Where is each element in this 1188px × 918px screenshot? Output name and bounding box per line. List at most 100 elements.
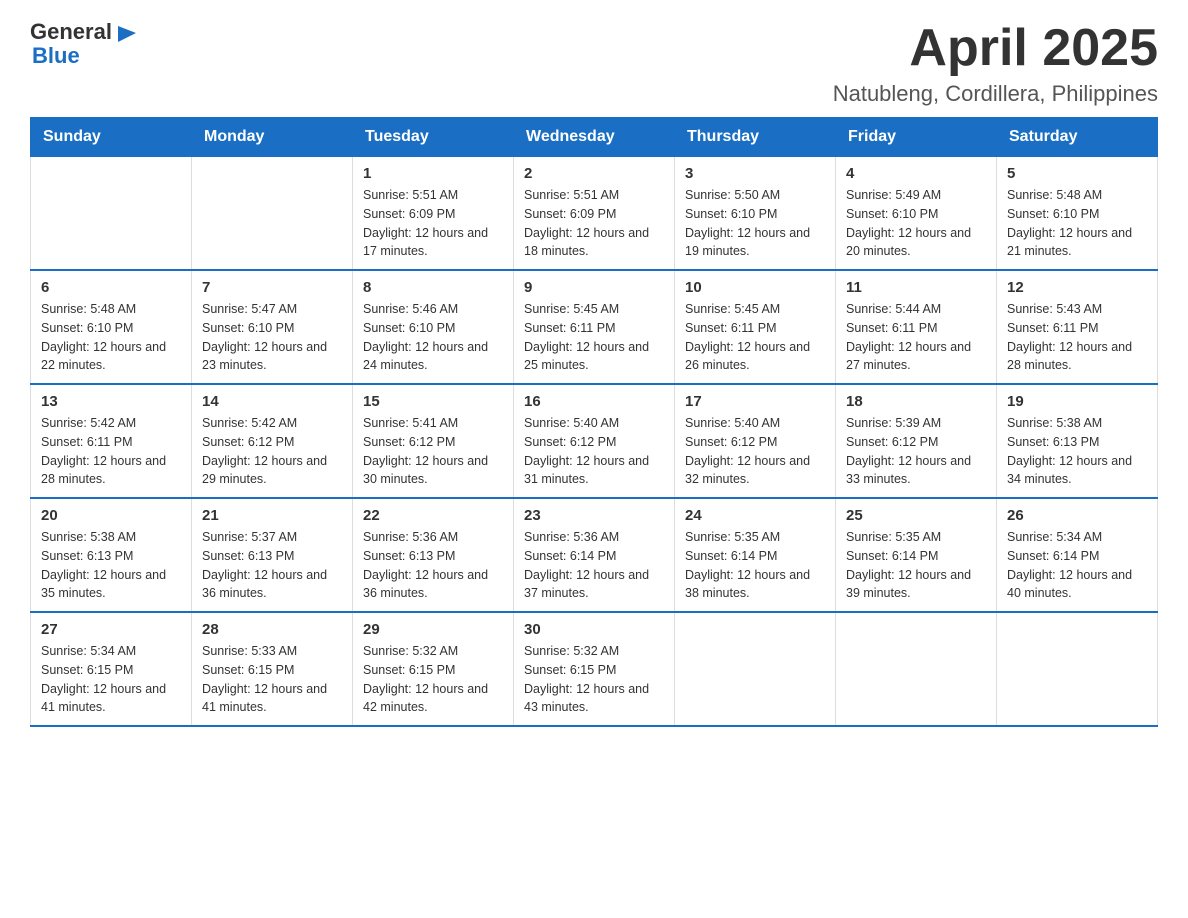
calendar-body: 1 Sunrise: 5:51 AMSunset: 6:09 PMDaylight… (31, 157, 1158, 727)
day-info: Sunrise: 5:36 AMSunset: 6:13 PMDaylight:… (363, 528, 503, 603)
calendar-cell: 19 Sunrise: 5:38 AMSunset: 6:13 PMDayligh… (997, 384, 1158, 498)
day-info: Sunrise: 5:48 AMSunset: 6:10 PMDaylight:… (1007, 186, 1147, 261)
calendar-cell: 12Sunrise: 5:43 AMSunset: 6:11 PMDayligh… (997, 270, 1158, 384)
day-info: Sunrise: 5:44 AMSunset: 6:11 PMDaylight:… (846, 300, 986, 375)
calendar-cell: 16Sunrise: 5:40 AMSunset: 6:12 PMDayligh… (514, 384, 675, 498)
day-info: Sunrise: 5:48 AMSunset: 6:10 PMDaylight:… (41, 300, 181, 375)
calendar-weekday-header: Sunday (31, 118, 192, 157)
day-number: 28 (202, 621, 342, 638)
day-number: 7 (202, 279, 342, 296)
logo-text-general: General (30, 20, 112, 44)
calendar-cell: 11 Sunrise: 5:44 AMSunset: 6:11 PMDayligh… (836, 270, 997, 384)
calendar-cell (31, 157, 192, 271)
day-info: Sunrise: 5:40 AMSunset: 6:12 PMDaylight:… (524, 414, 664, 489)
day-number: 13 (41, 393, 181, 410)
day-info: Sunrise: 5:45 AMSunset: 6:11 PMDaylight:… (524, 300, 664, 375)
calendar-cell: 1 Sunrise: 5:51 AMSunset: 6:09 PMDaylight… (353, 157, 514, 271)
day-info: Sunrise: 5:38 AMSunset: 6:13 PMDaylight:… (1007, 414, 1147, 489)
day-number: 6 (41, 279, 181, 296)
calendar-cell: 22Sunrise: 5:36 AMSunset: 6:13 PMDayligh… (353, 498, 514, 612)
day-number: 11 (846, 279, 986, 296)
day-info: Sunrise: 5:51 AMSunset: 6:09 PMDaylight:… (524, 186, 664, 261)
calendar-cell: 28 Sunrise: 5:33 AMSunset: 6:15 PMDayligh… (192, 612, 353, 726)
day-info: Sunrise: 5:34 AMSunset: 6:14 PMDaylight:… (1007, 528, 1147, 603)
day-info: Sunrise: 5:38 AMSunset: 6:13 PMDaylight:… (41, 528, 181, 603)
week-row: 6 Sunrise: 5:48 AMSunset: 6:10 PMDaylight… (31, 270, 1158, 384)
week-row: 1 Sunrise: 5:51 AMSunset: 6:09 PMDaylight… (31, 157, 1158, 271)
day-info: Sunrise: 5:34 AMSunset: 6:15 PMDaylight:… (41, 642, 181, 717)
calendar-cell: 13 Sunrise: 5:42 AMSunset: 6:11 PMDayligh… (31, 384, 192, 498)
day-number: 2 (524, 165, 664, 182)
calendar-cell: 4 Sunrise: 5:49 AMSunset: 6:10 PMDaylight… (836, 157, 997, 271)
day-number: 15 (363, 393, 503, 410)
calendar-cell: 10 Sunrise: 5:45 AMSunset: 6:11 PMDayligh… (675, 270, 836, 384)
month-title: April 2025 (833, 20, 1158, 77)
calendar-cell: 8 Sunrise: 5:46 AMSunset: 6:10 PMDaylight… (353, 270, 514, 384)
calendar-cell: 26 Sunrise: 5:34 AMSunset: 6:14 PMDayligh… (997, 498, 1158, 612)
day-info: Sunrise: 5:32 AMSunset: 6:15 PMDaylight:… (524, 642, 664, 717)
day-info: Sunrise: 5:51 AMSunset: 6:09 PMDaylight:… (363, 186, 503, 261)
day-number: 8 (363, 279, 503, 296)
title-block: April 2025 Natubleng, Cordillera, Philip… (833, 20, 1158, 107)
calendar-cell: 15 Sunrise: 5:41 AMSunset: 6:12 PMDayligh… (353, 384, 514, 498)
calendar-cell: 30 Sunrise: 5:32 AMSunset: 6:15 PMDayligh… (514, 612, 675, 726)
calendar-weekday-header: Thursday (675, 118, 836, 157)
calendar-cell: 25 Sunrise: 5:35 AMSunset: 6:14 PMDayligh… (836, 498, 997, 612)
calendar-cell: 24Sunrise: 5:35 AMSunset: 6:14 PMDayligh… (675, 498, 836, 612)
location-title: Natubleng, Cordillera, Philippines (833, 81, 1158, 107)
day-number: 5 (1007, 165, 1147, 182)
day-info: Sunrise: 5:42 AMSunset: 6:11 PMDaylight:… (41, 414, 181, 489)
calendar-cell: 5 Sunrise: 5:48 AMSunset: 6:10 PMDaylight… (997, 157, 1158, 271)
day-info: Sunrise: 5:46 AMSunset: 6:10 PMDaylight:… (363, 300, 503, 375)
week-row: 27 Sunrise: 5:34 AMSunset: 6:15 PMDayligh… (31, 612, 1158, 726)
calendar-cell: 3Sunrise: 5:50 AMSunset: 6:10 PMDaylight… (675, 157, 836, 271)
logo-triangle-icon (116, 22, 138, 44)
calendar-cell: 14 Sunrise: 5:42 AMSunset: 6:12 PMDayligh… (192, 384, 353, 498)
day-number: 3 (685, 165, 825, 182)
day-number: 23 (524, 507, 664, 524)
week-row: 20 Sunrise: 5:38 AMSunset: 6:13 PMDayligh… (31, 498, 1158, 612)
day-info: Sunrise: 5:36 AMSunset: 6:14 PMDaylight:… (524, 528, 664, 603)
day-number: 25 (846, 507, 986, 524)
day-number: 14 (202, 393, 342, 410)
day-info: Sunrise: 5:33 AMSunset: 6:15 PMDaylight:… (202, 642, 342, 717)
calendar-weekday-header: Friday (836, 118, 997, 157)
page-header: General Blue April 2025 Natubleng, Cordi… (30, 20, 1158, 107)
calendar-cell: 29Sunrise: 5:32 AMSunset: 6:15 PMDayligh… (353, 612, 514, 726)
day-info: Sunrise: 5:45 AMSunset: 6:11 PMDaylight:… (685, 300, 825, 375)
day-number: 27 (41, 621, 181, 638)
day-number: 19 (1007, 393, 1147, 410)
week-row: 13 Sunrise: 5:42 AMSunset: 6:11 PMDayligh… (31, 384, 1158, 498)
day-number: 18 (846, 393, 986, 410)
day-number: 17 (685, 393, 825, 410)
day-info: Sunrise: 5:49 AMSunset: 6:10 PMDaylight:… (846, 186, 986, 261)
day-number: 20 (41, 507, 181, 524)
calendar-table: SundayMondayTuesdayWednesdayThursdayFrid… (30, 117, 1158, 727)
day-info: Sunrise: 5:35 AMSunset: 6:14 PMDaylight:… (685, 528, 825, 603)
calendar-cell (836, 612, 997, 726)
day-info: Sunrise: 5:41 AMSunset: 6:12 PMDaylight:… (363, 414, 503, 489)
day-number: 9 (524, 279, 664, 296)
day-info: Sunrise: 5:39 AMSunset: 6:12 PMDaylight:… (846, 414, 986, 489)
calendar-cell: 6 Sunrise: 5:48 AMSunset: 6:10 PMDaylight… (31, 270, 192, 384)
calendar-weekday-header: Saturday (997, 118, 1158, 157)
day-info: Sunrise: 5:35 AMSunset: 6:14 PMDaylight:… (846, 528, 986, 603)
day-info: Sunrise: 5:47 AMSunset: 6:10 PMDaylight:… (202, 300, 342, 375)
calendar-cell: 18 Sunrise: 5:39 AMSunset: 6:12 PMDayligh… (836, 384, 997, 498)
logo-text-blue: Blue (32, 44, 138, 68)
day-number: 30 (524, 621, 664, 638)
day-info: Sunrise: 5:40 AMSunset: 6:12 PMDaylight:… (685, 414, 825, 489)
calendar-cell: 9 Sunrise: 5:45 AMSunset: 6:11 PMDaylight… (514, 270, 675, 384)
day-number: 4 (846, 165, 986, 182)
day-number: 26 (1007, 507, 1147, 524)
calendar-cell (997, 612, 1158, 726)
day-number: 21 (202, 507, 342, 524)
calendar-cell: 21Sunrise: 5:37 AMSunset: 6:13 PMDayligh… (192, 498, 353, 612)
calendar-weekday-header: Wednesday (514, 118, 675, 157)
calendar-cell: 23 Sunrise: 5:36 AMSunset: 6:14 PMDayligh… (514, 498, 675, 612)
calendar-cell: 17 Sunrise: 5:40 AMSunset: 6:12 PMDayligh… (675, 384, 836, 498)
day-number: 29 (363, 621, 503, 638)
day-number: 10 (685, 279, 825, 296)
day-info: Sunrise: 5:42 AMSunset: 6:12 PMDaylight:… (202, 414, 342, 489)
day-number: 1 (363, 165, 503, 182)
